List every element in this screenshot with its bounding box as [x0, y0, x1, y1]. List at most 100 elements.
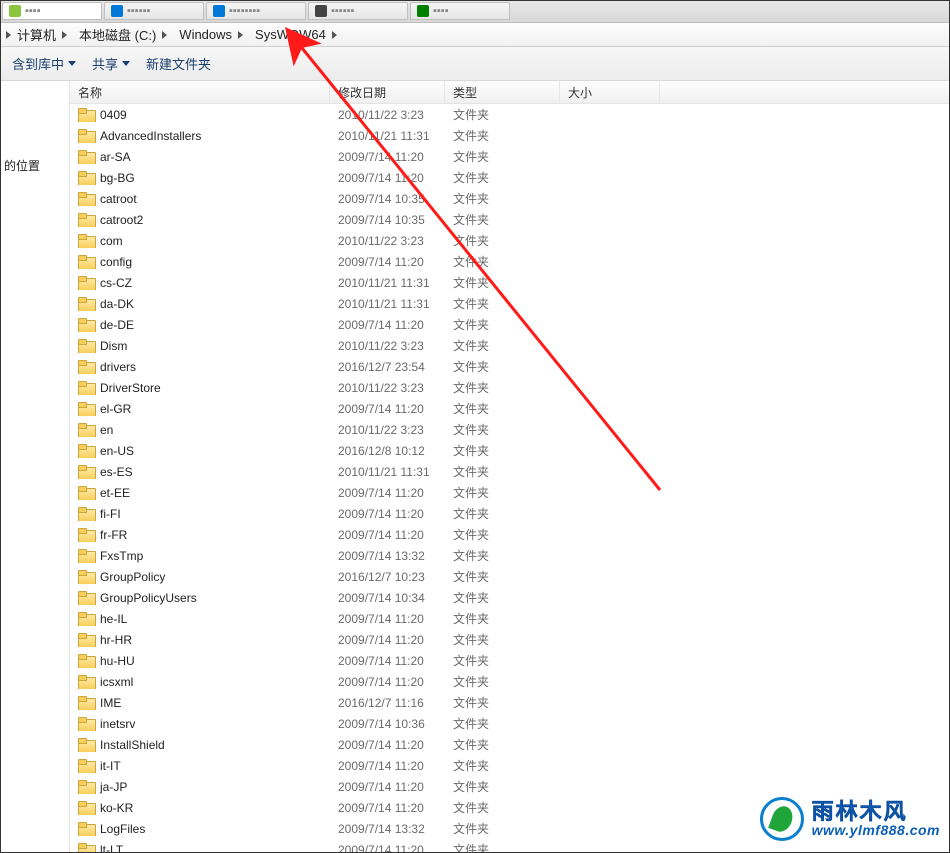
table-row[interactable]: config2009/7/14 11:20文件夹	[70, 251, 950, 272]
file-name: fr-FR	[100, 528, 127, 542]
table-row[interactable]: lt-LT2009/7/14 11:20文件夹	[70, 839, 950, 853]
table-row[interactable]: de-DE2009/7/14 11:20文件夹	[70, 314, 950, 335]
table-row[interactable]: bg-BG2009/7/14 11:20文件夹	[70, 167, 950, 188]
folder-icon	[78, 129, 94, 143]
table-row[interactable]: inetsrv2009/7/14 10:36文件夹	[70, 713, 950, 734]
file-name-cell: fr-FR	[78, 528, 330, 542]
table-row[interactable]: en2010/11/22 3:23文件夹	[70, 419, 950, 440]
folder-icon	[78, 528, 94, 542]
folder-icon	[78, 444, 94, 458]
table-row[interactable]: GroupPolicyUsers2009/7/14 10:34文件夹	[70, 587, 950, 608]
table-row[interactable]: catroot22009/7/14 10:35文件夹	[70, 209, 950, 230]
share-button[interactable]: 共享	[84, 50, 138, 77]
file-date-cell: 2010/11/22 3:23	[330, 339, 445, 353]
column-headers: 名称 修改日期 类型 大小	[70, 81, 950, 104]
breadcrumb-label: 本地磁盘 (C:)	[79, 25, 156, 44]
breadcrumb-bar[interactable]: 计算机 本地磁盘 (C:) Windows SysWOW64	[0, 23, 950, 47]
table-row[interactable]: ja-JP2009/7/14 11:20文件夹	[70, 776, 950, 797]
table-row[interactable]: hr-HR2009/7/14 11:20文件夹	[70, 629, 950, 650]
watermark-url: www.ylmf888.com	[812, 823, 940, 837]
folder-icon	[78, 780, 94, 794]
breadcrumb-item[interactable]: 计算机	[13, 25, 75, 44]
folder-icon	[78, 843, 94, 853]
file-type-cell: 文件夹	[445, 295, 560, 312]
column-header-name[interactable]: 名称	[70, 81, 330, 103]
file-name: LogFiles	[100, 822, 145, 836]
file-type-cell: 文件夹	[445, 379, 560, 396]
file-date-cell: 2009/7/14 11:20	[330, 738, 445, 752]
table-row[interactable]: icsxml2009/7/14 11:20文件夹	[70, 671, 950, 692]
file-date-cell: 2009/7/14 10:34	[330, 591, 445, 605]
file-name: catroot2	[100, 213, 143, 227]
tab[interactable]: ▪▪▪▪▪▪	[308, 2, 408, 20]
file-date-cell: 2009/7/14 11:20	[330, 171, 445, 185]
table-row[interactable]: GroupPolicy2016/12/7 10:23文件夹	[70, 566, 950, 587]
browser-tabs: ▪▪▪▪ ▪▪▪▪▪▪ ▪▪▪▪▪▪▪▪ ▪▪▪▪▪▪ ▪▪▪▪	[0, 0, 950, 23]
table-row[interactable]: fi-FI2009/7/14 11:20文件夹	[70, 503, 950, 524]
breadcrumb-item[interactable]: Windows	[175, 27, 251, 42]
table-row[interactable]: FxsTmp2009/7/14 13:32文件夹	[70, 545, 950, 566]
chevron-right-icon	[6, 31, 11, 39]
breadcrumb-item[interactable]: 本地磁盘 (C:)	[75, 25, 175, 44]
dropdown-icon	[122, 61, 130, 66]
table-row[interactable]: it-IT2009/7/14 11:20文件夹	[70, 755, 950, 776]
file-name-cell: IME	[78, 696, 330, 710]
folder-icon	[78, 654, 94, 668]
column-header-date[interactable]: 修改日期	[330, 81, 445, 103]
table-row[interactable]: en-US2016/12/8 10:12文件夹	[70, 440, 950, 461]
folder-icon	[78, 675, 94, 689]
table-row[interactable]: Dism2010/11/22 3:23文件夹	[70, 335, 950, 356]
table-row[interactable]: 04092010/11/22 3:23文件夹	[70, 104, 950, 125]
table-row[interactable]: et-EE2009/7/14 11:20文件夹	[70, 482, 950, 503]
table-row[interactable]: hu-HU2009/7/14 11:20文件夹	[70, 650, 950, 671]
tab[interactable]: ▪▪▪▪	[410, 2, 510, 20]
file-type-cell: 文件夹	[445, 421, 560, 438]
folder-icon	[78, 381, 94, 395]
table-row[interactable]: fr-FR2009/7/14 11:20文件夹	[70, 524, 950, 545]
table-row[interactable]: IME2016/12/7 11:16文件夹	[70, 692, 950, 713]
table-row[interactable]: drivers2016/12/7 23:54文件夹	[70, 356, 950, 377]
table-row[interactable]: he-IL2009/7/14 11:20文件夹	[70, 608, 950, 629]
watermark-logo-icon	[760, 797, 804, 841]
column-header-size[interactable]: 大小	[560, 81, 660, 103]
file-name: inetsrv	[100, 717, 135, 731]
file-type-cell: 文件夹	[445, 253, 560, 270]
breadcrumb-label: Windows	[179, 27, 232, 42]
file-name-cell: com	[78, 234, 330, 248]
table-row[interactable]: DriverStore2010/11/22 3:23文件夹	[70, 377, 950, 398]
file-name: ko-KR	[100, 801, 133, 815]
table-row[interactable]: es-ES2010/11/21 11:31文件夹	[70, 461, 950, 482]
tab[interactable]: ▪▪▪▪▪▪▪▪	[206, 2, 306, 20]
table-row[interactable]: ar-SA2009/7/14 11:20文件夹	[70, 146, 950, 167]
file-name-cell: en-US	[78, 444, 330, 458]
table-row[interactable]: AdvancedInstallers2010/11/21 11:31文件夹	[70, 125, 950, 146]
file-name-cell: drivers	[78, 360, 330, 374]
file-date-cell: 2009/7/14 11:20	[330, 528, 445, 542]
column-header-type[interactable]: 类型	[445, 81, 560, 103]
file-name: en-US	[100, 444, 134, 458]
file-date-cell: 2010/11/22 3:23	[330, 423, 445, 437]
file-name: el-GR	[100, 402, 131, 416]
include-library-button[interactable]: 含到库中	[4, 50, 84, 77]
tab[interactable]: ▪▪▪▪	[2, 2, 102, 20]
table-row[interactable]: com2010/11/22 3:23文件夹	[70, 230, 950, 251]
file-name-cell: catroot2	[78, 213, 330, 227]
table-row[interactable]: InstallShield2009/7/14 11:20文件夹	[70, 734, 950, 755]
new-folder-button[interactable]: 新建文件夹	[138, 50, 219, 77]
file-type-cell: 文件夹	[445, 673, 560, 690]
folder-icon	[78, 822, 94, 836]
file-name-cell: catroot	[78, 192, 330, 206]
file-list[interactable]: 04092010/11/22 3:23文件夹AdvancedInstallers…	[70, 104, 950, 853]
file-name-cell: cs-CZ	[78, 276, 330, 290]
table-row[interactable]: el-GR2009/7/14 11:20文件夹	[70, 398, 950, 419]
file-date-cell: 2009/7/14 10:35	[330, 213, 445, 227]
file-name-cell: ar-SA	[78, 150, 330, 164]
file-date-cell: 2009/7/14 11:20	[330, 255, 445, 269]
table-row[interactable]: cs-CZ2010/11/21 11:31文件夹	[70, 272, 950, 293]
breadcrumb-item[interactable]: SysWOW64	[251, 27, 345, 42]
file-date-cell: 2009/7/14 11:20	[330, 780, 445, 794]
table-row[interactable]: da-DK2010/11/21 11:31文件夹	[70, 293, 950, 314]
tab[interactable]: ▪▪▪▪▪▪	[104, 2, 204, 20]
table-row[interactable]: catroot2009/7/14 10:35文件夹	[70, 188, 950, 209]
file-name-cell: da-DK	[78, 297, 330, 311]
